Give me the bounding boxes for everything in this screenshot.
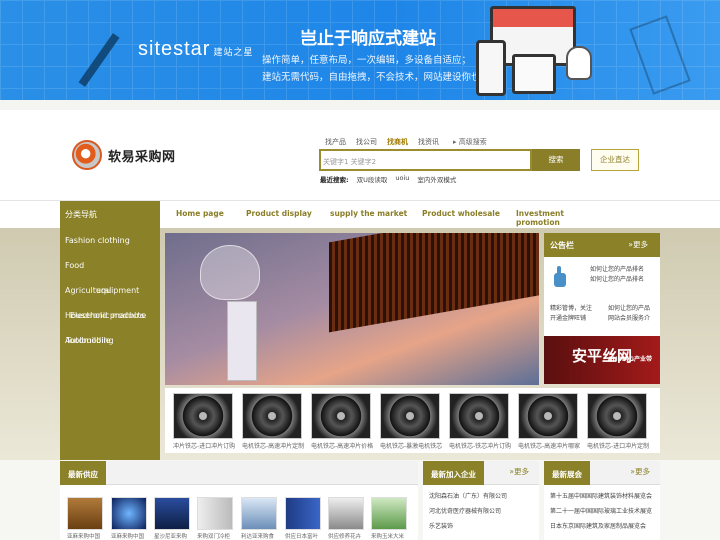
enterprise-item[interactable]: 沈阳森石油（广东）有限公司 [429,491,539,500]
nav-product-wholesale[interactable]: Product wholesale [422,209,516,227]
supply-item[interactable]: 亚麻来购中国 [111,497,147,540]
gear-logo-icon [72,140,102,170]
nav-supply-market[interactable]: supply the market [330,209,422,227]
product-card[interactable]: 电机铁芯-高速冲片哪家 [518,393,580,450]
recent-searches: 最近搜索: 双U段读取 uoiu 室内外双模式 [320,174,456,184]
nav-product-display[interactable]: Product display [246,209,330,227]
product-image [173,393,233,439]
notice-item[interactable]: 开通金牌旺铺 [550,313,586,322]
supply-item[interactable]: 来购双门冷柜 [197,497,233,540]
site-name: 软易采购网 [108,149,176,165]
triangle-icon: ▸ [453,138,457,146]
product-image [242,393,302,439]
supply-item[interactable]: 供应日本富叶 [285,497,321,540]
supply-image [154,497,190,530]
search-tabs: 找产品 找公司 找商机 找资讯 ▸ 高级搜索 [325,137,487,147]
anping-ad-image[interactable]: 安平丝网 ANPING产业带 [544,336,660,384]
supply-image [285,497,321,530]
product-image [518,393,578,439]
product-card[interactable]: 电机铁芯-铁芯冲片订购 [449,393,511,450]
hand-pointer-icon [554,266,566,287]
panel-title: 最新展会 [544,461,590,485]
category-item[interactable]: Food [65,261,84,270]
supply-item[interactable]: 星沙尼亚来购 [154,497,190,540]
panel-title: 最新供应 [60,461,106,485]
notice-item[interactable]: 网站会员服务介 [608,313,650,322]
product-image [311,393,371,439]
product-image [449,393,509,439]
sitestar-logo: sitestar 建站之星 [138,38,254,60]
banner-line-1: 操作简单，任意布局，一次编辑，多设备自适应； [262,55,472,66]
banner-headline: 岂止于响应式建站 [300,29,436,49]
notice-more-link[interactable]: »更多 [628,239,648,250]
tab-find-opportunity[interactable]: 找商机 [387,137,408,147]
notice-item[interactable]: 如何让您的产品排名 [590,264,644,273]
notice-title: 公告栏 [550,241,574,250]
phone-device-graphic [476,40,506,96]
latest-exhibitions-panel: 最新展会 »更多 第十五届中国国际建筑装饰材料展览会 第二十一届中国国际玻璃工业… [544,461,660,540]
astronaut-mascot-graphic [566,46,592,80]
nav-investment[interactable]: Investment promotion [516,209,606,227]
product-card[interactable]: 电机铁芯-进口冲片定制 [587,393,649,450]
supply-image [371,497,407,530]
product-image [380,393,440,439]
enterprise-item[interactable]: 河北优奇医疗器械有限公司 [429,506,539,515]
recent-search-term[interactable]: 双U段读取 [357,174,388,184]
site-logo[interactable]: 软易采购网 [72,140,176,170]
search-input[interactable]: 关键字1 关键字2 [319,149,532,171]
category-item[interactable]: Electronic machine [70,311,146,320]
slider-wind-chime-graphic [200,245,260,300]
product-card[interactable]: 电机铁芯-暴激电机铁芯 [380,393,442,450]
exhibition-item[interactable]: 日本东京国际建筑及家居制品展览会 [550,521,660,530]
new-enterprises-panel: 最新加入企业 »更多 沈阳森石油（广东）有限公司 河北优奇医疗器械有限公司 乐艺… [423,461,539,540]
supply-item[interactable]: 利达亚来购食 [241,497,277,540]
product-card[interactable]: 电机铁芯-高速冲片价格 [311,393,373,450]
supply-image [197,497,233,530]
enterprises-more-link[interactable]: »更多 [509,466,529,477]
tablet-device-graphic [512,54,556,94]
banner-line-2: 建站无需代码，自由拖拽，不会技术，网站建设你也行! [262,72,494,83]
supply-item[interactable]: 亚麻来购中国 [67,497,103,540]
enterprise-direct-button[interactable]: 企业直达 [591,149,639,171]
recent-search-term[interactable]: 室内外双模式 [417,174,456,184]
top-ad-banner[interactable]: sitestar 建站之星 岂止于响应式建站 操作简单，任意布局，一次编辑，多设备… [0,0,720,100]
tab-find-news[interactable]: 找资讯 [418,137,439,147]
category-item[interactable]: Toolbuilding [66,336,114,345]
panel-header: 最新加入企业 »更多 [423,461,539,485]
exhibitions-more-link[interactable]: »更多 [630,466,650,477]
hero-slider-image[interactable] [165,233,539,385]
supply-image [241,497,277,530]
product-card[interactable]: 电机铁芯-高速冲片定制 [242,393,304,450]
panel-header: 最新供应 [60,461,418,485]
tab-find-product[interactable]: 找产品 [325,137,346,147]
supply-image [328,497,364,530]
nav-links: Home page Product display supply the mar… [176,209,606,227]
category-item[interactable]: Fashion clothing [65,236,130,245]
supply-image [67,497,103,530]
category-item[interactable]: equipment [96,286,139,295]
notice-item[interactable]: 精彩管博，关注 [550,303,592,312]
notice-item[interactable]: 如何让您的产品 [608,303,650,312]
recent-search-term[interactable]: uoiu [395,174,409,184]
panel-title: 最新加入企业 [423,461,484,485]
enterprise-item[interactable]: 乐艺装饰 [429,521,539,530]
slider-roof-graphic [329,233,539,333]
panel-header: 最新展会 »更多 [544,461,660,485]
supply-image [111,497,147,530]
tab-find-company[interactable]: 找公司 [356,137,377,147]
exhibition-item[interactable]: 第十五届中国国际建筑装饰材料展览会 [550,491,660,500]
notice-board-header: 公告栏 »更多 [544,233,660,257]
exhibition-item[interactable]: 第二十一届中国国际玻璃工业技术展览 [550,506,660,515]
supply-item[interactable]: 供应修养花卉 [328,497,364,540]
product-card[interactable]: 冲片铁芯-进口冲片订购 [173,393,235,450]
nav-home[interactable]: Home page [176,209,246,227]
recent-search-label: 最近搜索: [320,176,349,184]
slider-paper-strip-graphic [227,301,257,381]
search-button[interactable]: 搜索 [532,149,580,171]
product-image [587,393,647,439]
supply-item[interactable]: 来购玉米大米 [371,497,407,540]
category-nav-title[interactable]: 分类导航 [60,201,160,228]
advanced-search-link[interactable]: ▸ 高级搜索 [453,137,487,147]
notice-item[interactable]: 如何让您的产品排名 [590,274,644,283]
